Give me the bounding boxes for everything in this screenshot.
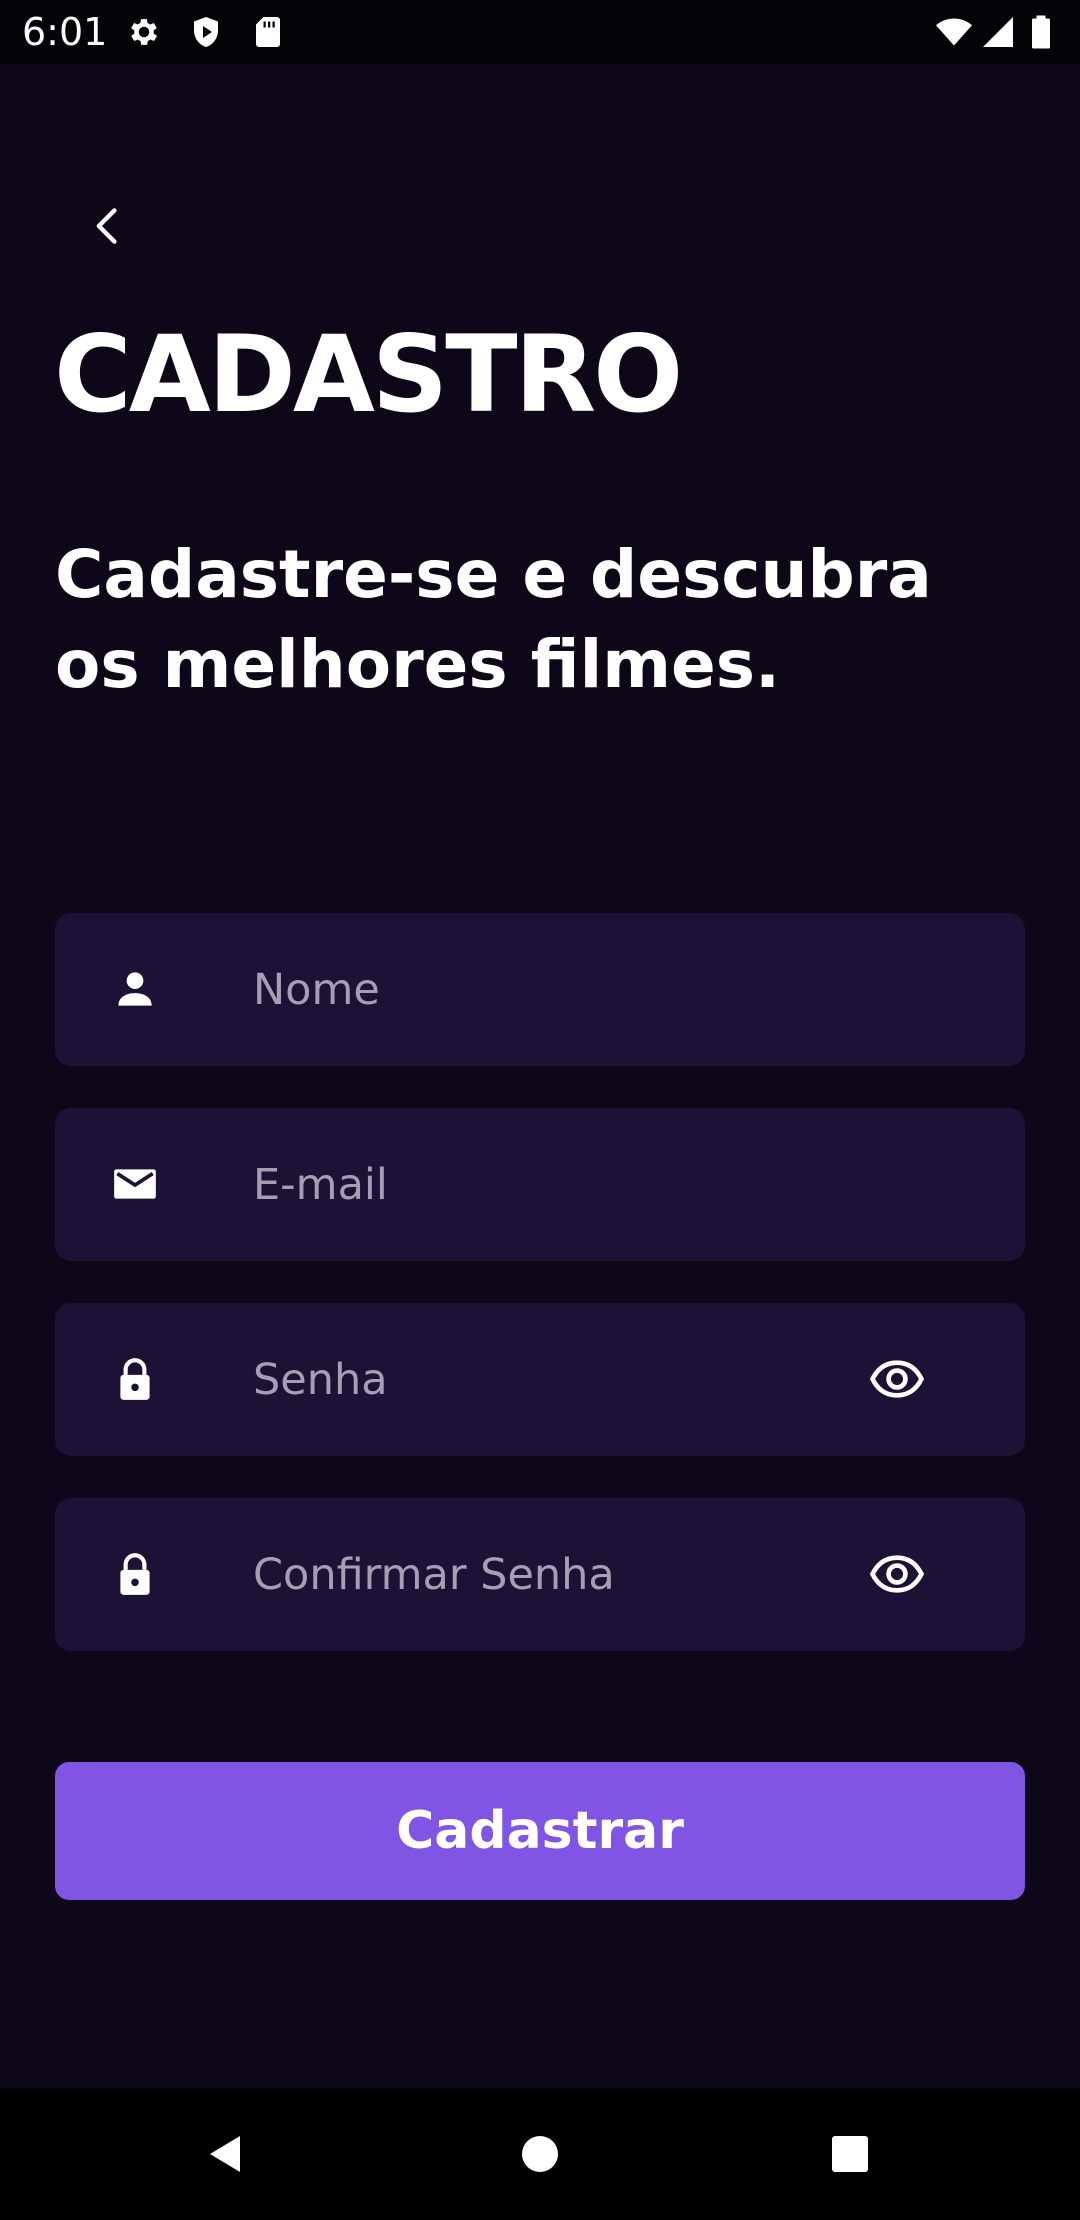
- status-bar: 6:01: [0, 0, 1080, 64]
- confirm-password-visibility-toggle[interactable]: [865, 1542, 929, 1606]
- page-title: CADASTRO: [54, 313, 683, 436]
- email-field[interactable]: [55, 1108, 1025, 1261]
- home-circle-icon: [522, 2136, 558, 2172]
- recents-square-icon: [832, 2136, 868, 2172]
- battery-icon: [1030, 14, 1058, 50]
- password-visibility-toggle[interactable]: [865, 1347, 929, 1411]
- email-input[interactable]: [253, 1108, 853, 1261]
- eye-icon: [869, 1360, 925, 1398]
- wifi-icon: [934, 14, 974, 50]
- nav-home-button[interactable]: [510, 2124, 570, 2184]
- status-time: 6:01: [22, 10, 108, 54]
- eye-icon: [869, 1555, 925, 1593]
- cellular-signal-icon: [980, 14, 1016, 50]
- mail-icon: [103, 1152, 167, 1216]
- chevron-left-icon: [96, 208, 117, 244]
- signup-screen: 6:01 CADASTRO Cadastre-se e descubra os …: [0, 0, 1080, 2220]
- sd-card-icon: [250, 14, 286, 50]
- confirm-password-input[interactable]: [253, 1498, 853, 1651]
- lock-icon: [103, 1347, 167, 1411]
- shield-play-icon: [188, 14, 224, 50]
- password-field[interactable]: [55, 1303, 1025, 1456]
- page-subtitle: Cadastre-se e descubra os melhores filme…: [55, 536, 932, 703]
- password-input[interactable]: [253, 1303, 853, 1456]
- person-icon: [103, 957, 167, 1021]
- back-triangle-icon: [210, 2136, 240, 2172]
- system-nav-bar: [0, 2088, 1080, 2220]
- name-input[interactable]: [253, 913, 853, 1066]
- settings-icon: [126, 14, 162, 50]
- nav-recents-button[interactable]: [820, 2124, 880, 2184]
- nav-back-button[interactable]: [196, 2124, 256, 2184]
- back-button[interactable]: [78, 196, 138, 256]
- signup-button[interactable]: Cadastrar: [55, 1762, 1025, 1900]
- name-field[interactable]: [55, 913, 1025, 1066]
- lock-icon: [103, 1542, 167, 1606]
- confirm-password-field[interactable]: [55, 1498, 1025, 1651]
